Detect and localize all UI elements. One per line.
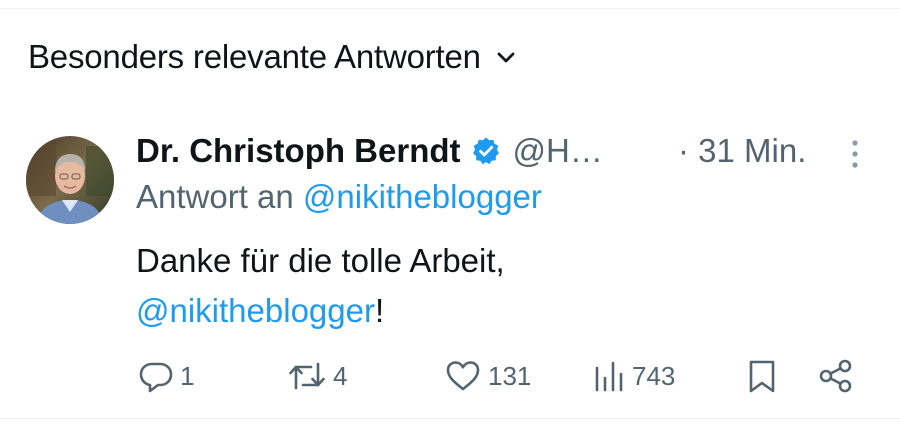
repost-count: 4 bbox=[333, 360, 348, 391]
heart-icon bbox=[444, 358, 482, 394]
tweet-timestamp[interactable]: · 31 Min. bbox=[678, 128, 806, 174]
reply-button[interactable]: 1 bbox=[138, 356, 194, 396]
reply-prefix: Antwort an bbox=[136, 178, 294, 215]
share-icon bbox=[818, 358, 854, 394]
avatar[interactable] bbox=[26, 136, 114, 224]
author-handle[interactable]: @H… bbox=[513, 132, 603, 170]
tweet-text: Danke für die tolle Arbeit, @nikitheblog… bbox=[136, 236, 505, 336]
bottom-divider bbox=[0, 418, 900, 419]
reply-to-mention[interactable]: @nikitheblogger bbox=[303, 178, 542, 215]
text-mention[interactable]: @nikitheblogger bbox=[136, 292, 375, 329]
reply-icon bbox=[138, 358, 174, 394]
chevron-down-icon bbox=[495, 46, 517, 68]
tweet-header: Dr. Christoph Berndt @H… bbox=[136, 128, 603, 174]
more-vertical-icon[interactable] bbox=[842, 136, 868, 172]
share-button[interactable] bbox=[818, 356, 854, 396]
text-suffix: ! bbox=[374, 292, 385, 329]
views-button[interactable]: 743 bbox=[594, 356, 675, 396]
reply-section: Besonders relevante Antworten Dr. Christ… bbox=[0, 0, 900, 427]
tweet-text-line1: Danke für die tolle Arbeit, bbox=[136, 242, 505, 279]
reply-context: Antwort an @nikitheblogger bbox=[136, 178, 542, 216]
top-divider bbox=[0, 8, 900, 9]
views-chart-icon bbox=[594, 358, 626, 394]
like-button[interactable]: 131 bbox=[444, 356, 531, 396]
bookmark-button[interactable] bbox=[746, 356, 778, 396]
tweet-text-line2: @nikitheblogger! bbox=[136, 286, 505, 336]
verified-badge-icon[interactable] bbox=[471, 136, 501, 166]
sort-replies-dropdown[interactable]: Besonders relevante Antworten bbox=[28, 38, 517, 76]
repost-button[interactable]: 4 bbox=[287, 356, 347, 396]
action-bar: 1 4 131 743 bbox=[0, 356, 900, 396]
sort-label: Besonders relevante Antworten bbox=[28, 38, 481, 75]
views-count: 743 bbox=[632, 360, 676, 391]
like-count: 131 bbox=[488, 360, 532, 391]
bookmark-icon bbox=[746, 358, 778, 394]
repost-icon bbox=[287, 358, 327, 394]
author-name[interactable]: Dr. Christoph Berndt bbox=[136, 132, 461, 170]
reply-count: 1 bbox=[180, 360, 195, 391]
